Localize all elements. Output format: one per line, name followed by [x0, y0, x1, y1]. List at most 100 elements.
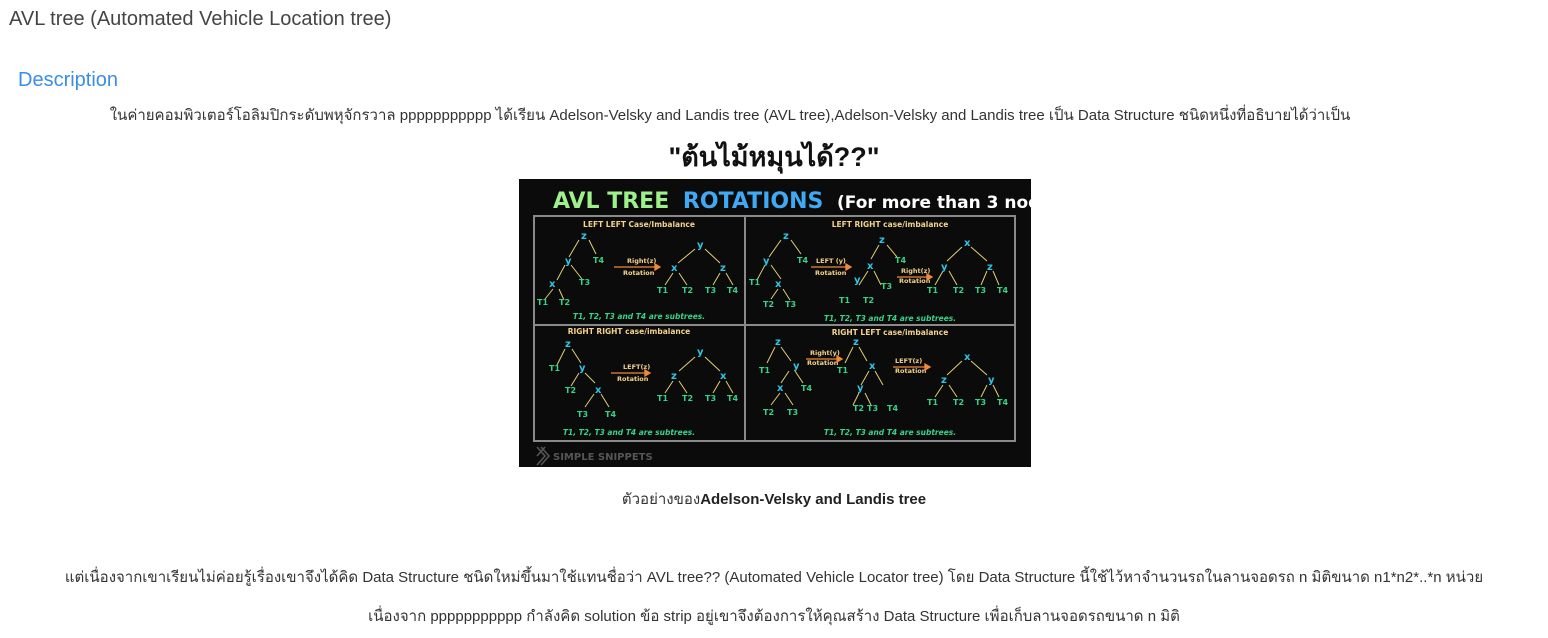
subtree-t1: T1: [549, 364, 560, 373]
avl-rotations-image: AVL TREE ROTATIONS (For more than 3 node…: [519, 179, 1031, 467]
node-y: y: [793, 361, 800, 372]
node-z: z: [941, 375, 947, 386]
subtree-t4: T4: [895, 256, 906, 265]
panel-title-left-left: LEFT LEFT Case/Imbalance: [583, 220, 695, 229]
footnote-subtrees: T1, T2, T3 and T4 are subtrees.: [563, 428, 695, 437]
paragraph-3: เนื่องจาก ppppppppppp กำลังคิด solution …: [368, 608, 1180, 625]
figure-caption: ตัวอย่างของAdelson-Velsky and Landis tre…: [0, 487, 1548, 511]
subtree-t2: T2: [565, 386, 576, 395]
subtree-t4: T4: [797, 256, 808, 265]
arrow-label: Rotation: [895, 367, 927, 375]
subtree-t2: T2: [763, 300, 774, 309]
arrow-label: LEFT(z): [895, 357, 922, 365]
node-y: y: [941, 262, 948, 273]
subtree-t3: T3: [785, 300, 796, 309]
watermark-text: SIMPLE SNIPPETS: [553, 452, 653, 463]
subtree-t2: T2: [863, 296, 874, 305]
page-title: AVL tree (Automated Vehicle Location tre…: [9, 8, 392, 30]
node-y: y: [857, 383, 864, 394]
arrow-label: Rotation: [815, 269, 847, 277]
node-x: x: [671, 263, 678, 274]
node-x: x: [775, 279, 782, 290]
arrow-label: Right(z): [627, 257, 656, 265]
node-x: x: [964, 238, 971, 249]
title-avl: AVL TREE: [553, 189, 669, 214]
subtree-t2: T2: [853, 404, 864, 413]
subtree-t3: T3: [881, 282, 892, 291]
subtree-t2: T2: [559, 298, 570, 307]
subtree-t3: T3: [867, 404, 878, 413]
subtree-t1: T1: [537, 298, 548, 307]
footnote-subtrees: T1, T2, T3 and T4 are subtrees.: [824, 428, 956, 437]
node-x: x: [720, 371, 727, 382]
title-rotations: ROTATIONS: [683, 189, 823, 214]
subtree-t2: T2: [953, 286, 964, 295]
subtree-t2: T2: [763, 408, 774, 417]
subtree-t1: T1: [657, 286, 668, 295]
arrow-label: Rotation: [623, 269, 655, 277]
subtree-t4: T4: [593, 256, 604, 265]
subtree-t2: T2: [953, 398, 964, 407]
node-y: y: [854, 275, 861, 286]
node-y: y: [697, 240, 704, 251]
footnote-subtrees: T1, T2, T3 and T4 are subtrees.: [824, 314, 956, 323]
intro-paragraph: ในค่ายคอมพิวเตอร์โอลิมปิกระดับพหุจักรวาล…: [109, 107, 1351, 124]
subtree-t2: T2: [682, 394, 693, 403]
arrow-label: LEFT (y): [816, 257, 846, 265]
node-x: x: [777, 383, 784, 394]
subtree-t4: T4: [801, 384, 812, 393]
subtree-t3: T3: [975, 398, 986, 407]
caption-prefix: ตัวอย่างของ: [621, 491, 701, 508]
description-heading: Description: [18, 69, 119, 91]
node-y: y: [697, 347, 704, 358]
node-z: z: [853, 337, 859, 348]
arrow-label: Rotation: [899, 277, 931, 285]
node-z: z: [783, 231, 789, 242]
node-x: x: [964, 352, 971, 363]
subtree-t4: T4: [997, 286, 1008, 295]
subtree-t3: T3: [787, 408, 798, 417]
paragraph-2: แต่เนื่องจากเขาเรียนไม่ค่อยรู้เรื่องเขาจ…: [64, 569, 1484, 586]
arrow-label: Rotation: [617, 375, 649, 383]
subtree-t1: T1: [759, 366, 770, 375]
subtree-t3: T3: [579, 278, 590, 287]
node-x: x: [867, 261, 874, 272]
subtree-t1: T1: [837, 366, 848, 375]
subtree-t3: T3: [577, 410, 588, 419]
node-z: z: [671, 371, 677, 382]
node-z: z: [565, 339, 571, 350]
node-z: z: [581, 231, 587, 242]
node-y: y: [763, 256, 770, 267]
subtree-t3: T3: [705, 286, 716, 295]
node-y: y: [579, 363, 586, 374]
footnote-subtrees: T1, T2, T3 and T4 are subtrees.: [573, 312, 705, 321]
panel-title-right-left: RIGHT LEFT case/imbalance: [832, 328, 949, 337]
title-subtitle: (For more than 3 nodes): [837, 193, 1031, 213]
node-z: z: [987, 262, 993, 273]
node-z: z: [720, 263, 726, 274]
subtree-t4: T4: [727, 286, 738, 295]
subtree-t2: T2: [682, 286, 693, 295]
subtree-t1: T1: [927, 286, 938, 295]
panel-title-right-right: RIGHT RIGHT case/imbalance: [568, 327, 691, 336]
subtree-t1: T1: [657, 394, 668, 403]
arrow-label: LEFT(z): [623, 363, 650, 371]
node-z: z: [775, 337, 781, 348]
arrow-label: Right(y): [810, 349, 840, 357]
subtree-t1: T1: [749, 278, 760, 287]
subtree-t1: T1: [839, 296, 850, 305]
caption-bold: Adelson-Velsky and Landis tree: [700, 491, 927, 508]
subtree-t3: T3: [705, 394, 716, 403]
subtree-t1: T1: [927, 398, 938, 407]
subtree-t3: T3: [975, 286, 986, 295]
node-y: y: [565, 256, 572, 267]
node-x: x: [595, 385, 602, 396]
node-x: x: [869, 361, 876, 372]
figure-title: AVL TREE ROTATIONS (For more than 3 node…: [553, 189, 1031, 214]
node-x: x: [549, 279, 556, 290]
node-y: y: [988, 375, 995, 386]
subtree-t4: T4: [605, 410, 616, 419]
subtree-t4: T4: [727, 394, 738, 403]
highlight-quote: "ต้นไม้หมุนได้??": [668, 142, 880, 172]
node-z: z: [879, 235, 885, 246]
